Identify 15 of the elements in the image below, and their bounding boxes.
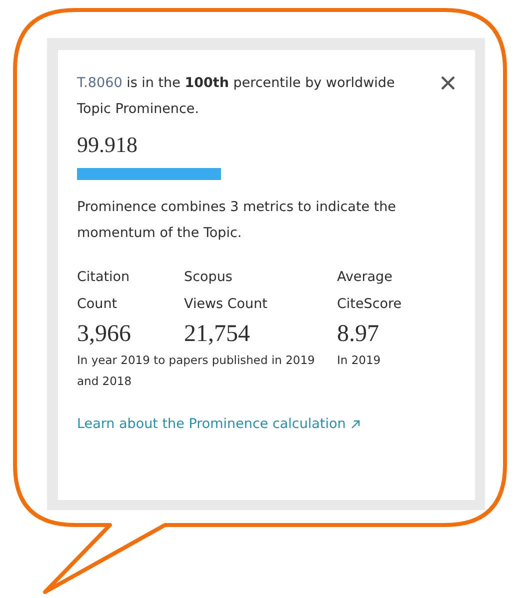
- metric-label: Scopus Views Count: [184, 268, 268, 314]
- metric-label: Average CiteScore: [337, 268, 403, 314]
- description-text: Prominence combines 3 metrics to indicate the momentum of the Topic.: [77, 198, 397, 243]
- metric-value: 21,754: [184, 320, 251, 349]
- close-button[interactable]: [439, 74, 457, 92]
- prominence-calculation-link[interactable]: Learn about the Prominence calculation: [77, 416, 360, 432]
- prominence-score: 99.918: [77, 132, 138, 158]
- metric-note: In 2019: [337, 352, 382, 369]
- topic-link[interactable]: T.8060: [77, 75, 122, 91]
- external-link-icon: [350, 420, 360, 428]
- metric-note: In year 2019 to papers published in 2019 and 2018: [77, 352, 316, 390]
- metric-value: 3,966: [77, 320, 132, 349]
- metric-value: 8.97: [337, 320, 380, 349]
- percentile-text: T.8060 is in the 100th percentile by worldwide Topic Prominence.: [77, 74, 396, 119]
- metric-label: Citation Count: [77, 268, 131, 314]
